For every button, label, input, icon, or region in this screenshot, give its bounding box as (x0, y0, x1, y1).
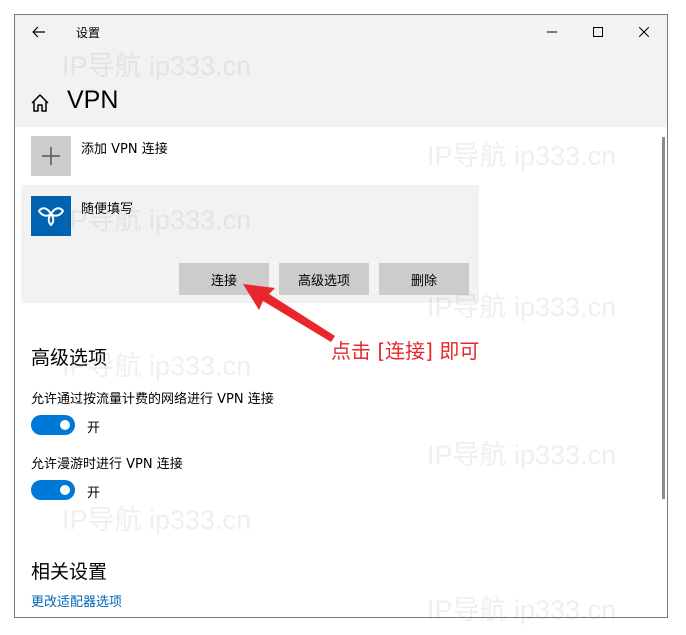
vpn-connection-name: 随便填写 (81, 202, 134, 217)
roaming-toggle[interactable] (31, 480, 75, 500)
page-header: VPN (15, 49, 667, 127)
page-title: VPN (67, 86, 119, 114)
related-section-title: 相关设置 (31, 561, 108, 583)
toggle-knob (60, 485, 70, 495)
delete-button[interactable]: 删除 (379, 263, 469, 295)
title-bar: 设置 (15, 15, 667, 49)
scrollbar[interactable] (662, 137, 665, 499)
minimize-icon (547, 31, 557, 33)
back-button[interactable] (25, 20, 53, 44)
change-adapter-options-link[interactable]: 更改适配器选项 (31, 591, 122, 610)
metered-network-state: 开 (87, 421, 101, 436)
metered-network-toggle[interactable] (31, 415, 75, 435)
maximize-icon (593, 27, 603, 37)
vpn-knot-icon (38, 207, 64, 227)
maximize-button[interactable] (575, 15, 621, 49)
add-vpn-button[interactable] (31, 136, 71, 176)
close-icon (639, 27, 649, 37)
arrow-left-icon (32, 26, 45, 38)
plus-icon (42, 147, 60, 165)
vpn-connection-icon (31, 196, 71, 236)
annotation-arrow (243, 284, 335, 342)
roaming-label: 允许漫游时进行 VPN 连接 (31, 457, 183, 472)
roaming-state: 开 (87, 486, 101, 501)
window-title: 设置 (76, 26, 101, 40)
close-button[interactable] (621, 15, 667, 49)
toggle-knob (60, 420, 70, 430)
metered-network-label: 允许通过按流量计费的网络进行 VPN 连接 (31, 392, 274, 407)
add-vpn-label[interactable]: 添加 VPN 连接 (81, 138, 168, 157)
home-icon[interactable] (29, 92, 51, 114)
annotation-text: 点击 [连接] 即可 (331, 339, 480, 363)
minimize-button[interactable] (529, 15, 575, 49)
advanced-section-title: 高级选项 (31, 347, 108, 369)
